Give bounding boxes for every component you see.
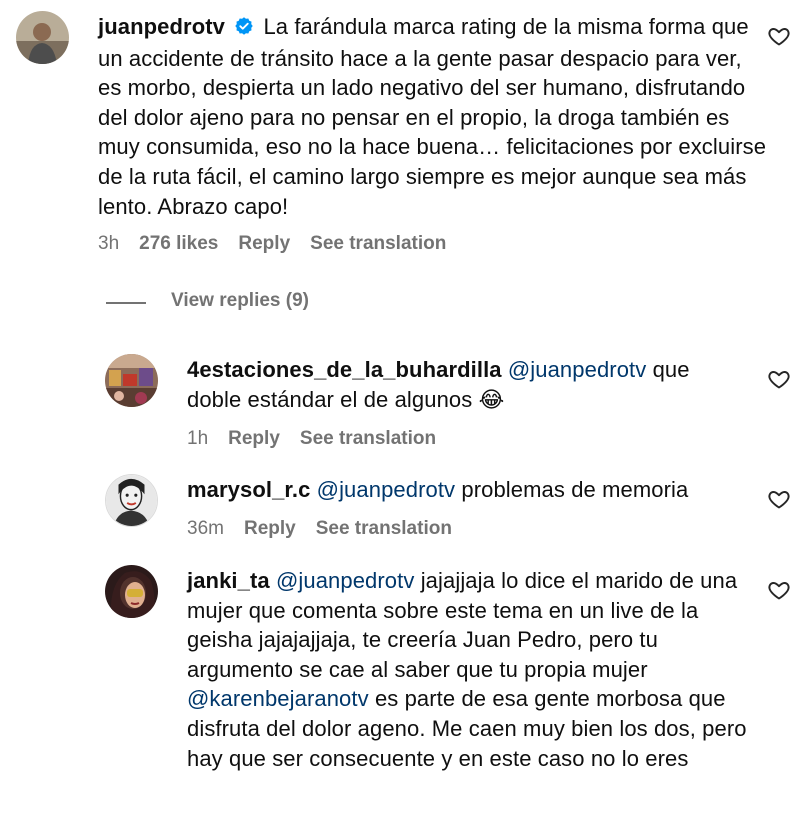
avatar-photo [16,11,69,64]
see-translation-button[interactable]: See translation [310,233,446,255]
avatar-photo [106,475,157,526]
reply-username[interactable]: 4estaciones_de_la_buhardilla [187,357,502,382]
like-heart-icon[interactable] [767,24,791,48]
like-heart-icon[interactable] [767,487,791,511]
reply-button[interactable]: Reply [238,233,290,255]
reply-username[interactable]: janki_ta [187,568,270,593]
reply-button[interactable]: Reply [228,428,280,450]
laughing-emoji-icon: 😂 [478,386,505,412]
see-translation-button[interactable]: See translation [300,428,436,450]
reply-button[interactable]: Reply [244,518,296,540]
comment-time: 3h [98,233,120,254]
comment-body: juanpedrotv La farándula marca rating de… [98,12,770,221]
avatar[interactable] [16,11,69,64]
avatar[interactable] [105,354,158,407]
comment-text: La farándula marca rating de la misma fo… [98,14,767,219]
reply-body: 4estaciones_de_la_buhardilla @juanpedrot… [187,355,747,414]
like-heart-icon[interactable] [767,367,791,391]
avatar[interactable] [105,565,158,618]
likes-count[interactable]: 276 likes [139,233,218,255]
reply-body: marysol_r.c @juanpedrotv problemas de me… [187,475,747,505]
avatar-photo [105,565,158,618]
reply-time: 36m [187,518,224,539]
comment-username[interactable]: juanpedrotv [98,14,225,39]
reply-meta: 36m Reply See translation [187,518,472,540]
avatar[interactable] [105,474,158,527]
reply-body: janki_ta @juanpedrotv jajajjaja lo dice … [187,566,747,773]
like-heart-icon[interactable] [767,578,791,602]
reply-text: jajajjaja lo dice el marido de una mujer… [187,568,738,682]
reply-username[interactable]: marysol_r.c [187,477,310,502]
comment-meta: 3h 276 likes Reply See translation [98,233,466,255]
view-replies-divider [106,302,146,304]
reply-mention[interactable]: @juanpedrotv [276,568,415,593]
reply-text: problemas de memoria [461,477,689,502]
reply-time: 1h [187,428,209,449]
verified-badge-icon [234,14,254,44]
reply-meta: 1h Reply See translation [187,428,456,450]
reply-mention[interactable]: @juanpedrotv [317,477,456,502]
reply-mention[interactable]: @juanpedrotv [508,357,647,382]
view-replies-button[interactable]: View replies (9) [171,290,309,312]
reply-mention[interactable]: @karenbejaranotv [187,686,369,711]
avatar-photo [105,354,158,407]
see-translation-button[interactable]: See translation [316,518,452,540]
